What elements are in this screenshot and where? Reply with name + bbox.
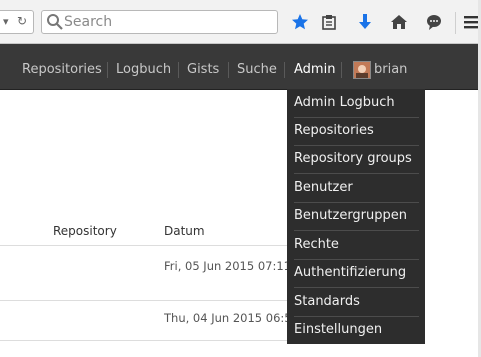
chat-icon[interactable] — [425, 13, 443, 31]
table-divider — [0, 340, 287, 341]
bookmark-star-icon[interactable] — [291, 13, 309, 31]
url-bar-end[interactable]: ▾ ↻ — [0, 10, 34, 34]
main-nav: Repositories Logbuch Gists Suche Admin b… — [0, 44, 481, 90]
table-cell-date: Thu, 04 Jun 2015 06:5 — [164, 311, 287, 325]
menu-item-standards[interactable]: Standards — [294, 288, 419, 317]
table-divider — [0, 300, 287, 301]
column-header-datum[interactable]: Datum — [164, 224, 205, 238]
column-header-repository[interactable]: Repository — [53, 224, 117, 238]
menu-item-einstellungen[interactable]: Einstellungen — [294, 316, 419, 345]
nav-divider — [178, 62, 179, 78]
menu-item-benutzergruppen[interactable]: Benutzergruppen — [294, 202, 419, 231]
search-input[interactable] — [64, 12, 269, 32]
chevron-down-icon[interactable]: ▾ — [3, 15, 9, 28]
nav-divider — [107, 62, 108, 78]
table-divider — [0, 245, 287, 246]
download-icon[interactable] — [356, 13, 374, 31]
home-icon[interactable] — [390, 13, 408, 31]
nav-admin[interactable]: Admin — [294, 62, 335, 78]
menu-item-benutzer[interactable]: Benutzer — [294, 174, 419, 203]
nav-divider — [284, 62, 285, 78]
search-box[interactable] — [41, 10, 278, 34]
reload-icon[interactable]: ↻ — [17, 14, 27, 28]
nav-gists[interactable]: Gists — [187, 62, 219, 78]
menu-item-rechte[interactable]: Rechte — [294, 231, 419, 260]
nav-suche[interactable]: Suche — [237, 62, 277, 78]
nav-divider — [341, 62, 342, 78]
menu-item-admin-logbuch[interactable]: Admin Logbuch — [294, 89, 419, 118]
menu-item-authentifizierung[interactable]: Authentifizierung — [294, 259, 419, 288]
nav-repositories[interactable]: Repositories — [22, 62, 102, 78]
nav-divider — [228, 62, 229, 78]
nav-logbuch[interactable]: Logbuch — [116, 62, 171, 78]
avatar[interactable] — [353, 61, 371, 79]
toolbar-separator — [455, 12, 456, 34]
nav-user[interactable]: brian — [374, 62, 407, 78]
reading-list-icon[interactable] — [320, 13, 338, 31]
table-cell-date: Fri, 05 Jun 2015 07:11:0 — [164, 259, 287, 273]
admin-dropdown-menu: Admin Logbuch Repositories Repository gr… — [287, 89, 425, 344]
menu-item-repository-groups[interactable]: Repository groups — [294, 145, 419, 174]
menu-item-repositories[interactable]: Repositories — [294, 117, 419, 146]
browser-toolbar: ▾ ↻ — [0, 0, 481, 44]
search-icon — [47, 14, 63, 30]
